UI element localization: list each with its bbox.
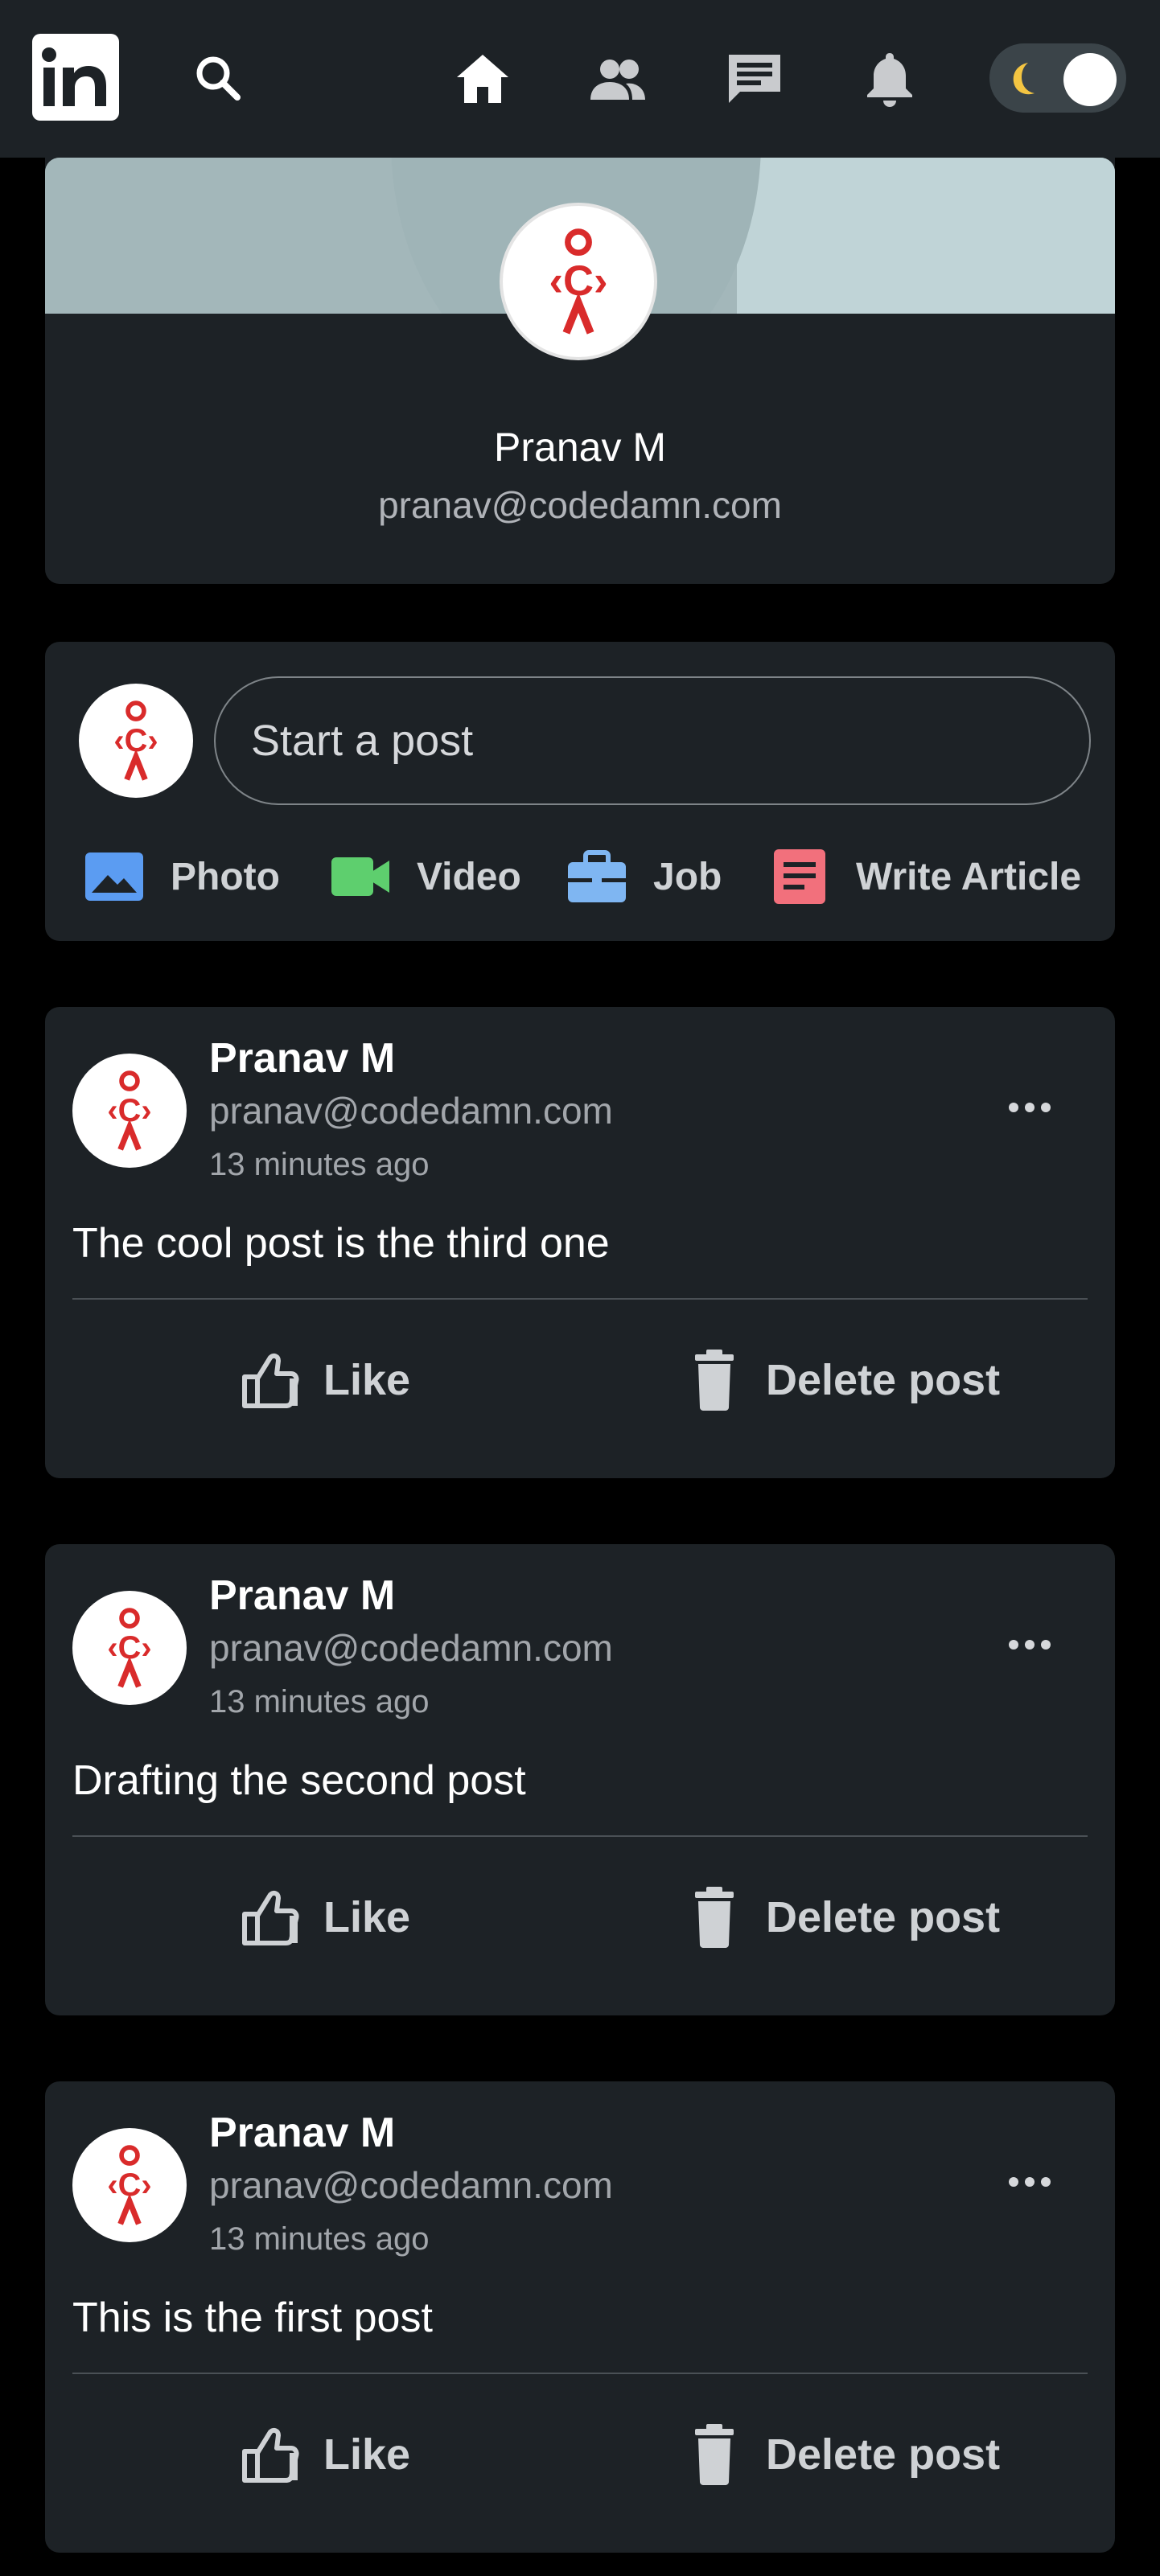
post-author-email: pranav@codedamn.com: [209, 1090, 613, 1132]
post-author-email: pranav@codedamn.com: [209, 1627, 613, 1669]
post-author-name[interactable]: Pranav M: [209, 1034, 395, 1083]
messages-icon[interactable]: [722, 47, 787, 111]
video-button[interactable]: Video: [330, 844, 521, 909]
delete-post-label: Delete post: [766, 1356, 1001, 1404]
like-button[interactable]: Like: [238, 1879, 410, 1956]
delete-post-button[interactable]: Delete post: [681, 2416, 1000, 2493]
home-icon[interactable]: [450, 47, 515, 111]
post-author-name[interactable]: Pranav M: [209, 2109, 395, 2157]
like-button[interactable]: Like: [238, 2416, 410, 2493]
profile-avatar[interactable]: ‹C›: [500, 203, 657, 360]
more-options-icon[interactable]: [998, 2162, 1062, 2202]
job-label: Job: [653, 855, 722, 898]
job-button[interactable]: Job: [566, 844, 722, 909]
user-avatar[interactable]: ‹C›: [79, 684, 193, 798]
profile-card: ‹C› Pranav M pranav@codedamn.com: [45, 158, 1115, 584]
people-icon[interactable]: [586, 47, 650, 111]
toggle-knob: [1063, 53, 1117, 106]
post-divider: [72, 1298, 1088, 1300]
post-body-text: Drafting the second post: [72, 1757, 526, 1804]
delete-post-label: Delete post: [766, 1893, 1001, 1941]
moon-icon: [1004, 58, 1044, 98]
video-icon: [330, 846, 391, 907]
profile-name: Pranav M: [494, 425, 666, 470]
start-post-card: ‹C› Photo Video: [45, 642, 1115, 941]
post-card: ‹C› Pranav M pranav@codedamn.com 13 minu…: [45, 1007, 1115, 1478]
trash-icon: [681, 1346, 748, 1414]
post-author-name[interactable]: Pranav M: [209, 1571, 395, 1620]
trash-icon: [681, 2421, 748, 2488]
post-divider: [72, 2373, 1088, 2374]
top-navbar: [0, 0, 1160, 158]
like-label: Like: [323, 1893, 411, 1941]
trash-icon: [681, 1884, 748, 1951]
codedamn-avatar-icon: ‹C›: [113, 700, 158, 781]
write-article-button[interactable]: Write Article: [769, 844, 1081, 909]
post-body-text: The cool post is the third one: [72, 1220, 610, 1267]
delete-post-button[interactable]: Delete post: [681, 1341, 1000, 1419]
briefcase-icon: [566, 846, 627, 907]
codedamn-avatar-icon: ‹C›: [107, 2145, 152, 2225]
post-divider: [72, 1835, 1088, 1837]
delete-post-button[interactable]: Delete post: [681, 1879, 1000, 1956]
codedamn-avatar-icon: ‹C›: [549, 228, 608, 335]
post-author-avatar[interactable]: ‹C›: [72, 2128, 187, 2242]
codedamn-avatar-icon: ‹C›: [107, 1608, 152, 1688]
profile-email: pranav@codedamn.com: [378, 484, 782, 526]
post-card: ‹C› Pranav M pranav@codedamn.com 13 minu…: [45, 1544, 1115, 2015]
photo-icon: [84, 846, 145, 907]
article-icon: [769, 846, 830, 907]
thumbs-up-icon: [238, 1346, 306, 1414]
linkedin-logo[interactable]: [32, 34, 119, 121]
codedamn-avatar-icon: ‹C›: [107, 1070, 152, 1151]
write-article-label: Write Article: [856, 855, 1082, 898]
more-options-icon[interactable]: [998, 1087, 1062, 1128]
thumbs-up-icon: [238, 2421, 306, 2488]
more-options-icon[interactable]: [998, 1625, 1062, 1665]
photo-button[interactable]: Photo: [84, 844, 280, 909]
post-timestamp: 13 minutes ago: [209, 1684, 430, 1719]
search-icon[interactable]: [187, 47, 251, 111]
post-timestamp: 13 minutes ago: [209, 1147, 430, 1182]
post-card: ‹C› Pranav M pranav@codedamn.com 13 minu…: [45, 2081, 1115, 2553]
like-button[interactable]: Like: [238, 1341, 410, 1419]
video-label: Video: [417, 855, 521, 898]
post-timestamp: 13 minutes ago: [209, 2221, 430, 2257]
photo-label: Photo: [171, 855, 280, 898]
post-body-text: This is the first post: [72, 2295, 433, 2341]
notifications-bell-icon[interactable]: [858, 47, 922, 111]
thumbs-up-icon: [238, 1884, 306, 1951]
like-label: Like: [323, 2430, 411, 2479]
theme-toggle[interactable]: [989, 43, 1126, 113]
delete-post-label: Delete post: [766, 2430, 1001, 2479]
start-post-input[interactable]: [214, 676, 1091, 805]
post-author-avatar[interactable]: ‹C›: [72, 1054, 187, 1168]
post-author-email: pranav@codedamn.com: [209, 2164, 613, 2206]
post-author-avatar[interactable]: ‹C›: [72, 1591, 187, 1705]
like-label: Like: [323, 1356, 411, 1404]
